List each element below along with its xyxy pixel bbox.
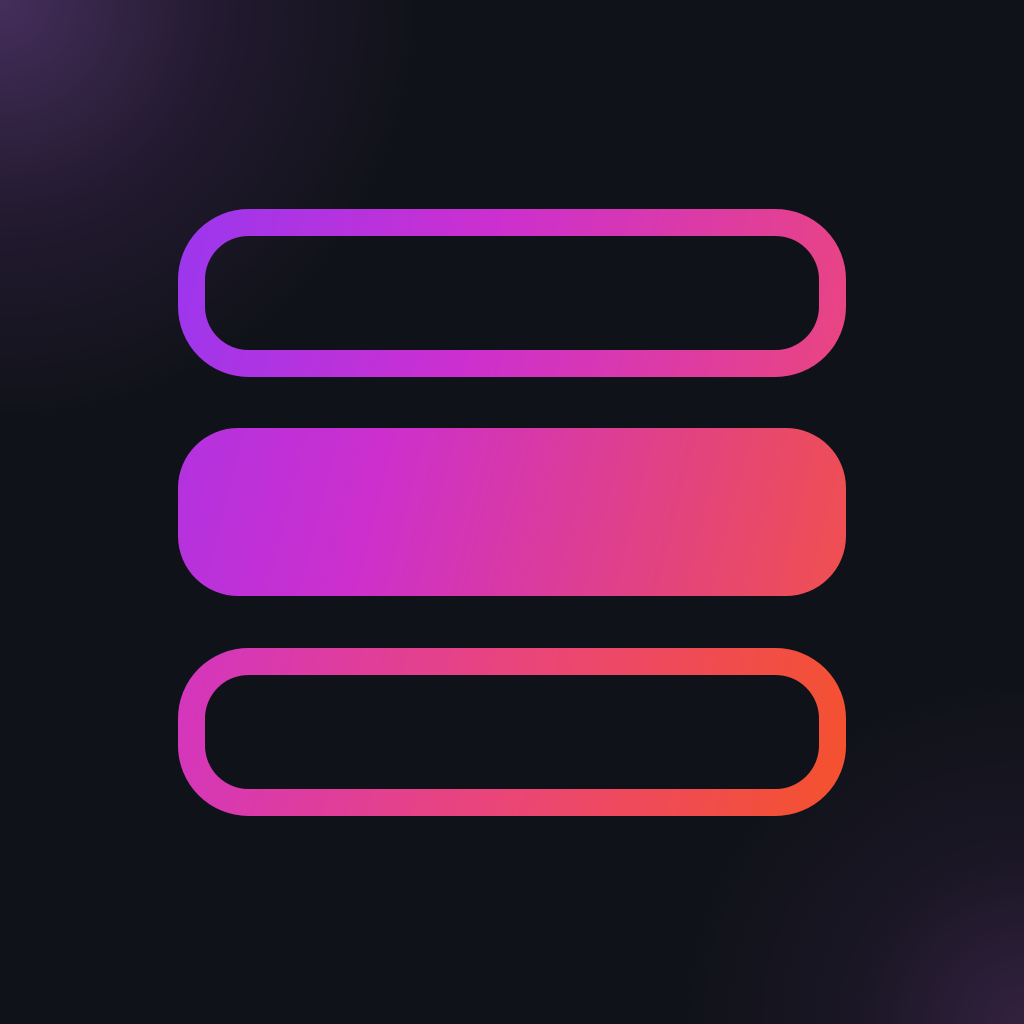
app-icon-canvas: [0, 0, 1024, 1024]
stacked-layers-icon: [178, 209, 846, 816]
middle-layer-filled: [178, 428, 846, 596]
bottom-layer-outline: [178, 648, 846, 816]
top-layer-outline: [178, 209, 846, 377]
